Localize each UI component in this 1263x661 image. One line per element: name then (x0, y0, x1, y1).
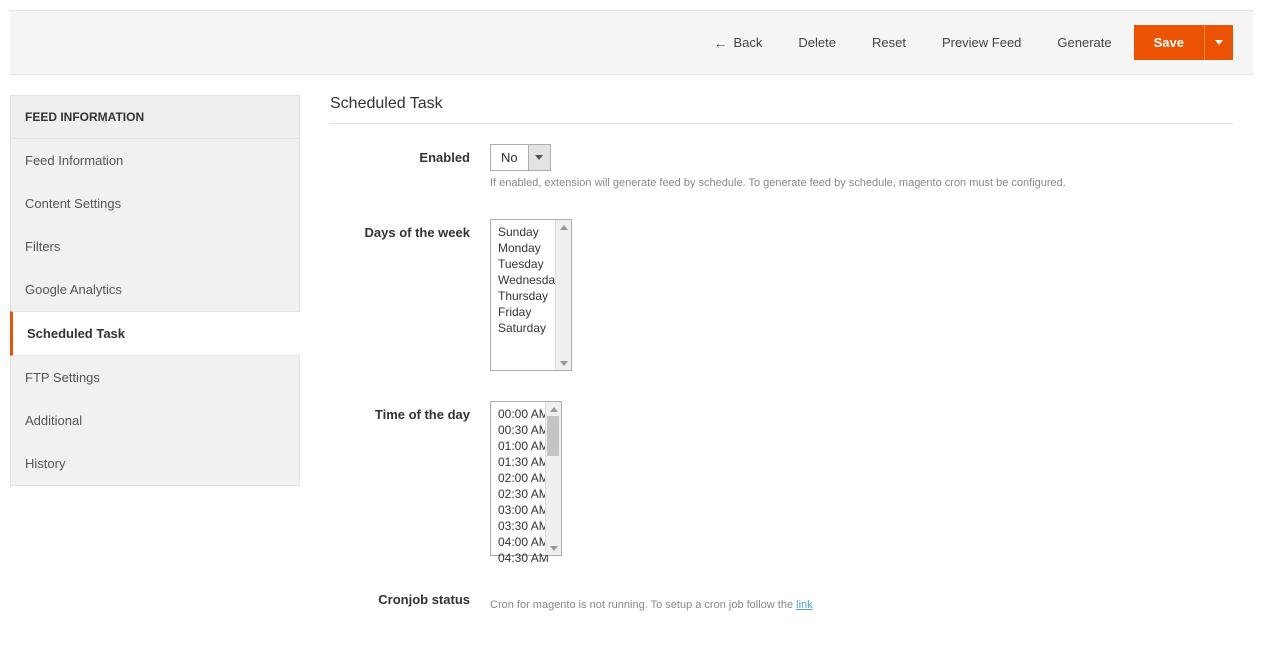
scroll-thumb[interactable] (547, 416, 559, 456)
days-label: Days of the week (330, 219, 490, 240)
enabled-select[interactable]: No (490, 144, 551, 171)
times-scrollbar[interactable] (545, 402, 561, 555)
enabled-select-toggle[interactable] (528, 145, 550, 170)
sidebar-item-google-analytics[interactable]: Google Analytics (11, 268, 299, 311)
page-body: FEED INFORMATION Feed Information Conten… (0, 75, 1263, 661)
preview-feed-button[interactable]: Preview Feed (928, 27, 1035, 58)
sidebar: FEED INFORMATION Feed Information Conten… (10, 95, 300, 486)
section-title: Scheduled Task (330, 95, 1233, 124)
main-content: Scheduled Task Enabled No If enabled, ex… (330, 95, 1253, 641)
delete-button[interactable]: Delete (784, 27, 850, 58)
generate-button[interactable]: Generate (1043, 27, 1125, 58)
sidebar-item-feed-information[interactable]: Feed Information (11, 139, 299, 182)
back-button[interactable]: ← Back (699, 27, 776, 59)
field-time-of-day: Time of the day 00:00 AM 00:30 AM 01:00 … (330, 401, 1233, 556)
field-enabled: Enabled No If enabled, extension will ge… (330, 144, 1233, 189)
sidebar-item-filters[interactable]: Filters (11, 225, 299, 268)
sidebar-header: FEED INFORMATION (11, 96, 299, 139)
scroll-up-icon[interactable] (546, 402, 561, 416)
field-cronjob-status: Cronjob status Cron for magento is not r… (330, 586, 1233, 611)
sidebar-item-scheduled-task[interactable]: Scheduled Task (10, 311, 300, 356)
sidebar-item-additional[interactable]: Additional (11, 399, 299, 442)
toolbar: ← Back Delete Reset Preview Feed Generat… (10, 10, 1253, 75)
scroll-down-icon[interactable] (546, 541, 561, 555)
times-multiselect[interactable]: 00:00 AM 00:30 AM 01:00 AM 01:30 AM 02:0… (490, 401, 562, 556)
sidebar-item-content-settings[interactable]: Content Settings (11, 182, 299, 225)
scroll-down-icon[interactable] (556, 356, 571, 370)
reset-button[interactable]: Reset (858, 27, 920, 58)
cron-status-text: Cron for magento is not running. To setu… (490, 599, 796, 611)
save-dropdown-toggle[interactable] (1204, 25, 1233, 60)
times-label: Time of the day (330, 401, 490, 422)
days-multiselect[interactable]: Sunday Monday Tuesday Wednesday Thursday… (490, 219, 572, 371)
enabled-hint: If enabled, extension will generate feed… (490, 177, 1233, 189)
enabled-label: Enabled (330, 144, 490, 165)
enabled-value: No (491, 145, 528, 170)
save-button[interactable]: Save (1134, 25, 1204, 60)
save-button-group: Save (1134, 25, 1233, 60)
caret-down-icon (1215, 40, 1223, 45)
scroll-up-icon[interactable] (556, 220, 571, 234)
back-label: Back (733, 35, 762, 50)
field-days-of-week: Days of the week Sunday Monday Tuesday W… (330, 219, 1233, 371)
sidebar-item-history[interactable]: History (11, 442, 299, 485)
cron-setup-link[interactable]: link (796, 599, 813, 611)
cron-label: Cronjob status (330, 586, 490, 607)
sidebar-item-ftp-settings[interactable]: FTP Settings (11, 356, 299, 399)
back-arrow-icon: ← (713, 35, 727, 51)
days-scrollbar[interactable] (555, 220, 571, 370)
caret-down-icon (535, 155, 543, 160)
